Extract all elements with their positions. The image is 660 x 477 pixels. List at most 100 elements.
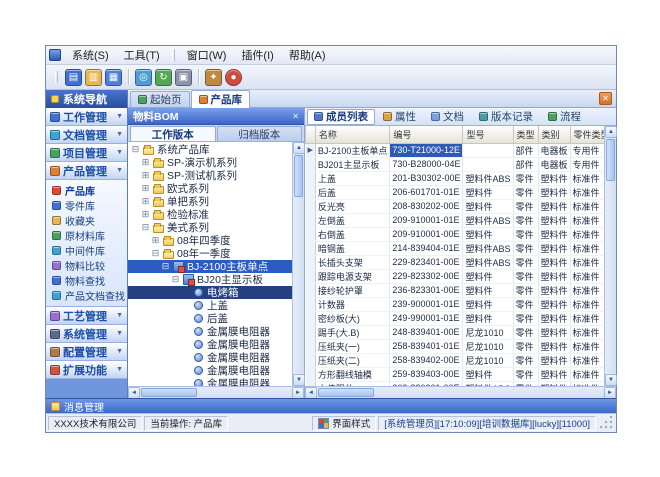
grid-cell[interactable]: 塑料件ABS	[463, 213, 513, 227]
grid-cell[interactable]	[463, 143, 513, 157]
grid-cell[interactable]: 塑料件	[538, 213, 570, 227]
grid-cell[interactable]: 730-T21000-12E	[390, 143, 463, 157]
grid-cell[interactable]: 踢手(大.B)	[315, 325, 390, 339]
scroll-track[interactable]	[375, 387, 604, 398]
grid-cell[interactable]: 尼龙1010	[463, 339, 513, 353]
grid-cell[interactable]: 专用件	[570, 157, 604, 171]
detail-tab-0[interactable]: 成员列表	[307, 109, 375, 125]
grid-cell[interactable]: 跟踪电源支架	[315, 269, 390, 283]
message-panel-bar[interactable]: 消息管理	[46, 398, 616, 413]
grid-cell[interactable]: 零件	[513, 325, 538, 339]
table-row[interactable]: 长插头支架229-823401-00E塑料件ABS零件塑料件标准件外协条	[306, 255, 605, 269]
table-row[interactable]: 右倒盖209-910001-00E塑料件零件塑料件标准件外协条	[306, 227, 605, 241]
tree-horizontal-scrollbar[interactable]: ◄ ►	[128, 386, 304, 398]
tree-expander-icon[interactable]: ⊞	[141, 197, 150, 206]
grid-cell[interactable]: 201-B30302-00E	[390, 171, 463, 185]
grid-cell[interactable]: 249-990001-01E	[390, 311, 463, 325]
grid-cell[interactable]: 塑料件	[538, 241, 570, 255]
scroll-thumb[interactable]	[294, 155, 303, 197]
tree-expander-icon[interactable]: ⊟	[131, 145, 140, 154]
grid-cell[interactable]: 标准件	[570, 199, 604, 213]
grid-cell[interactable]: 塑料件	[538, 311, 570, 325]
grid-cell[interactable]: 方形翻线轴模	[315, 367, 390, 381]
grid-cell[interactable]: 密纱板(大)	[315, 311, 390, 325]
grid-cell[interactable]: 部件	[513, 157, 538, 171]
grid-cell[interactable]: 塑料件	[463, 367, 513, 381]
resize-grip[interactable]	[600, 416, 614, 430]
tree-expander-icon[interactable]: ⊟	[141, 223, 150, 232]
table-row[interactable]: 压纸夹(二)258-839402-00E尼龙1010零件塑料件标准件外协条	[306, 353, 605, 367]
tree-expander-icon[interactable]: ⊟	[161, 262, 170, 271]
document-tab-0[interactable]: 起始页	[130, 91, 190, 107]
scroll-down-icon[interactable]: ▼	[293, 374, 305, 386]
scroll-thumb[interactable]	[141, 388, 197, 397]
grid-cell[interactable]: 塑料件	[538, 367, 570, 381]
grid-cell[interactable]: 零件	[513, 339, 538, 353]
grid-cell[interactable]: 标准件	[570, 269, 604, 283]
bom-close-icon[interactable]: ✕	[292, 112, 299, 121]
sidebar-section-6[interactable]: 配置管理▼	[46, 343, 127, 361]
table-row[interactable]: 反光亮208-830202-00E塑料件零件塑料件标准件外协条	[306, 199, 605, 213]
grid-cell[interactable]: 零件	[513, 269, 538, 283]
grid-cell[interactable]: 塑料件ABS	[463, 171, 513, 185]
tree-node-2[interactable]: ⊞SP-测试机系列	[128, 169, 292, 182]
grid-cell[interactable]: 电器板	[538, 157, 570, 171]
grid-cell[interactable]: 标准件	[570, 297, 604, 311]
grid-cell[interactable]: 塑料件	[463, 283, 513, 297]
scroll-track[interactable]	[605, 182, 616, 374]
grid-cell[interactable]: 塑料件	[538, 353, 570, 367]
sidebar-section-1[interactable]: 文档管理▼	[46, 126, 127, 144]
grid-cell[interactable]: 零件	[513, 213, 538, 227]
tree-expander-icon[interactable]: ⊞	[151, 236, 160, 245]
table-row[interactable]: 后盖206-601701-01E塑料件零件塑料件标准件外协条	[306, 185, 605, 199]
grid-cell[interactable]: 258-839401-01E	[390, 339, 463, 353]
tree-node-4[interactable]: ⊞单把系列	[128, 195, 292, 208]
sidebar-item-5[interactable]: 物料比较	[46, 258, 127, 273]
grid-cell[interactable]: 塑料件	[538, 185, 570, 199]
table-row[interactable]: 上盖201-B30302-00E塑料件ABS零件塑料件标准件外协条	[306, 171, 605, 185]
grid-cell[interactable]: 236-823301-00E	[390, 283, 463, 297]
grid-cell[interactable]: 标准件	[570, 227, 604, 241]
grid-cell[interactable]: 接纱轮护罩	[315, 283, 390, 297]
scroll-track[interactable]	[293, 198, 304, 374]
grid-cell[interactable]: 208-830202-00E	[390, 199, 463, 213]
scroll-track[interactable]	[198, 387, 292, 398]
grid-cell[interactable]: 塑料件	[463, 199, 513, 213]
tree-expander-icon[interactable]: ⊟	[171, 275, 180, 284]
grid-cell[interactable]: 标准件	[570, 171, 604, 185]
grid-cell[interactable]: 塑料件	[463, 297, 513, 311]
grid-cell[interactable]: 206-601701-01E	[390, 185, 463, 199]
grid-cell[interactable]: 尼龙1010	[463, 353, 513, 367]
grid-cell[interactable]: 塑料件ABS	[463, 255, 513, 269]
grid-cell[interactable]: 反光亮	[315, 199, 390, 213]
column-header-2[interactable]: 型号	[463, 126, 513, 143]
grid-cell[interactable]: 零件	[513, 353, 538, 367]
column-header-3[interactable]: 类型	[513, 126, 538, 143]
settings-icon[interactable]: ✦	[205, 69, 222, 86]
grid-cell[interactable]: 电器板	[538, 143, 570, 157]
grid-cell[interactable]: 标准件	[570, 325, 604, 339]
grid-cell[interactable]: 塑料件	[538, 227, 570, 241]
search-icon[interactable]: ◎	[135, 69, 152, 86]
grid-vertical-scrollbar[interactable]: ▲ ▼	[604, 126, 616, 386]
tree-expander-icon[interactable]: ⊟	[151, 249, 160, 258]
grid-cell[interactable]: 塑料件	[463, 269, 513, 283]
grid-cell[interactable]: 塑料件	[538, 297, 570, 311]
document-tab-1[interactable]: 产品库	[191, 90, 251, 108]
grid-cell[interactable]: 209-910001-01E	[390, 213, 463, 227]
sidebar-item-1[interactable]: 零件库	[46, 198, 127, 213]
table-row[interactable]: 接纱轮护罩236-823301-00E塑料件零件塑料件标准件外协条	[306, 283, 605, 297]
grid-cell[interactable]: 标准件	[570, 241, 604, 255]
grid-cell[interactable]: 标准件	[570, 213, 604, 227]
grid-cell[interactable]: 标准件	[570, 255, 604, 269]
detail-tab-3[interactable]: 版本记录	[472, 109, 540, 125]
detail-tab-2[interactable]: 文档	[424, 109, 471, 125]
version-tab-0[interactable]: 工作版本	[130, 126, 216, 141]
sidebar-item-3[interactable]: 原材料库	[46, 228, 127, 243]
table-row[interactable]: 方形翻线轴模259-839403-00E塑料件零件塑料件标准件外协条	[306, 367, 605, 381]
grid-horizontal-scrollbar[interactable]: ◄ ►	[305, 386, 616, 398]
table-row[interactable]: 左倒盖209-910001-01E塑料件ABS零件塑料件标准件外协条	[306, 213, 605, 227]
table-row[interactable]: 暗钢盖214-839404-01E塑料件ABS零件塑料件标准件外协条	[306, 241, 605, 255]
grid-cell[interactable]: 标准件	[570, 353, 604, 367]
save-icon[interactable]: ▦	[105, 69, 122, 86]
